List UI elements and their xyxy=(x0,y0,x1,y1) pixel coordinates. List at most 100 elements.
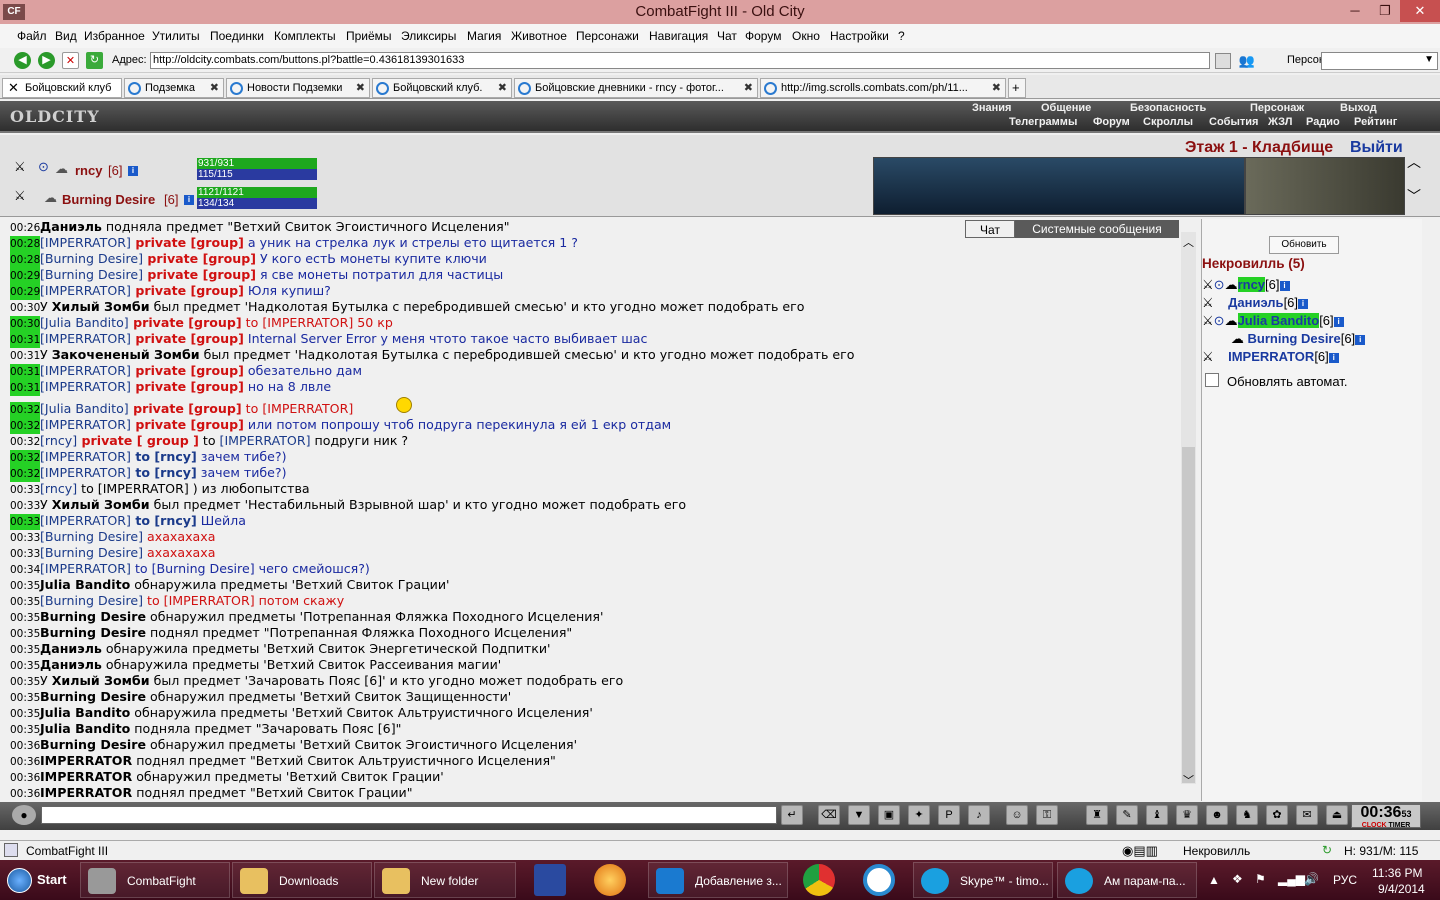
info-icon[interactable]: i xyxy=(128,166,138,176)
menu-chat[interactable]: Чат xyxy=(717,29,737,43)
info-icon[interactable]: i xyxy=(1279,280,1290,291)
tab-diaries[interactable]: Бойцовские дневники - rncy - фотог... ✖ xyxy=(514,78,758,98)
message-sender[interactable]: [Burning Desire] xyxy=(40,545,143,560)
room-player[interactable]: ☁ Burning Desire[6] i xyxy=(1202,330,1366,348)
message-sender[interactable]: [rncy] xyxy=(40,433,77,448)
message-sender[interactable]: Burning Desire xyxy=(40,737,146,752)
menu-elixirs[interactable]: Эликсиры xyxy=(401,29,456,43)
tray-arrow-icon[interactable]: ▲ xyxy=(1208,873,1220,887)
nav-scrolls[interactable]: Скроллы xyxy=(1143,116,1193,129)
message-sender[interactable]: [Burning Desire] xyxy=(40,593,143,608)
message-sender[interactable]: Burning Desire xyxy=(40,689,146,704)
message-sender[interactable]: [IMPERRATOR] xyxy=(40,379,131,394)
menu-settings[interactable]: Настройки xyxy=(830,29,889,43)
menu-animal[interactable]: Животное xyxy=(511,29,567,43)
chat-mode-icon[interactable]: ● xyxy=(12,805,36,825)
bag-icon[interactable]: ♝ xyxy=(1146,805,1168,825)
room-player[interactable]: ⚔ Даниэль[6] i xyxy=(1202,294,1309,312)
message-sender[interactable]: Даниэль xyxy=(40,219,102,234)
message-sender[interactable]: to [rncy] xyxy=(131,513,196,528)
info-icon[interactable]: i xyxy=(1355,334,1366,345)
tab-scrolls[interactable]: http://img.scrolls.combats.com/ph/11... ✖ xyxy=(760,78,1006,98)
menu-characters[interactable]: Персонажи xyxy=(576,29,639,43)
tab-underground-news[interactable]: Новости Подземки ✖ xyxy=(226,78,370,98)
info-icon[interactable]: i xyxy=(184,195,194,205)
send-icon[interactable]: ↵ xyxy=(781,805,803,825)
nav-rating[interactable]: Рейтинг xyxy=(1354,116,1397,129)
scrollbar-thumb[interactable] xyxy=(1182,447,1195,783)
menu-forum[interactable]: Форум xyxy=(745,29,781,43)
exit-icon[interactable]: ⏏ xyxy=(1326,805,1348,825)
tab-fight-club[interactable]: ✕ Бойцовский клуб xyxy=(2,78,122,98)
close-icon[interactable]: ✖ xyxy=(744,81,753,94)
message-sender[interactable]: [IMPERRATOR] xyxy=(40,465,131,480)
scroll-up-icon[interactable]: ︿ xyxy=(1183,234,1194,250)
shell-icon[interactable] xyxy=(594,864,626,896)
go-icon[interactable] xyxy=(1215,53,1231,69)
menu-techniques[interactable]: Приёмы xyxy=(346,29,392,43)
message-sender[interactable]: [IMPERRATOR] xyxy=(40,235,131,250)
task-downloads[interactable]: Downloads xyxy=(232,862,372,898)
menu-file[interactable]: Файл xyxy=(17,29,47,43)
message-sender[interactable]: Burning Desire xyxy=(40,609,146,624)
message-sender[interactable]: IMPERRATOR xyxy=(40,769,132,784)
tray-date[interactable]: 9/4/2014 xyxy=(1378,882,1425,896)
new-tab-button[interactable]: + xyxy=(1008,78,1026,98)
mail-icon[interactable]: ✉ xyxy=(1296,805,1318,825)
message-sender[interactable]: [IMPERRATOR] xyxy=(40,449,131,464)
friends-icon[interactable]: ♞ xyxy=(1236,805,1258,825)
message-sender[interactable]: [IMPERRATOR] xyxy=(40,363,131,378)
filter-icon[interactable]: ▼ xyxy=(848,805,870,825)
message-sender[interactable]: to [rncy] xyxy=(131,449,196,464)
message-sender[interactable]: Хилый Зомби xyxy=(52,497,150,512)
room-player[interactable]: ⚔ IMPERRATOR[6] i xyxy=(1202,348,1339,366)
message-sender[interactable]: [Julia Bandito] xyxy=(40,315,129,330)
nav-zhzl[interactable]: ЖЗЛ xyxy=(1268,116,1292,129)
nav-telegrams[interactable]: Телеграммы xyxy=(1009,116,1077,129)
message-sender[interactable]: [IMPERRATOR] xyxy=(40,283,131,298)
nav-radio[interactable]: Радио xyxy=(1306,116,1340,129)
message-sender[interactable]: IMPERRATOR xyxy=(40,785,132,800)
nav-security[interactable]: Безопасность xyxy=(1130,102,1206,115)
skills-icon[interactable]: ✎ xyxy=(1116,805,1138,825)
message-sender[interactable]: IMPERRATOR xyxy=(40,753,132,768)
tab-system-messages[interactable]: Системные сообщения xyxy=(1015,220,1179,238)
sound-icon[interactable]: ♪ xyxy=(968,805,990,825)
player-name[interactable]: rncy xyxy=(75,163,102,178)
gold-icon[interactable]: ♛ xyxy=(1176,805,1198,825)
exit-link[interactable]: Выйти xyxy=(1350,139,1403,157)
save-icon[interactable]: ▣ xyxy=(878,805,900,825)
close-icon[interactable]: ✖ xyxy=(210,81,219,94)
chat-scrollbar[interactable] xyxy=(1181,232,1196,784)
close-icon[interactable]: ✖ xyxy=(992,81,1001,94)
group-icon[interactable]: ✿ xyxy=(1266,805,1288,825)
nav-character[interactable]: Персонаж xyxy=(1250,102,1304,115)
chevron-up-icon[interactable]: ︿ xyxy=(1407,152,1421,172)
menu-window[interactable]: Окно xyxy=(792,29,820,43)
smiley-icon[interactable]: ☺ xyxy=(1006,805,1028,825)
player-name[interactable]: rncy xyxy=(1237,277,1266,292)
volume-icon[interactable]: 🔊 xyxy=(1304,872,1319,886)
message-sender[interactable]: Закочененый Зомби xyxy=(52,347,200,362)
chevron-down-icon[interactable]: ﹀ xyxy=(1407,186,1421,206)
close-icon[interactable]: ✖ xyxy=(498,81,507,94)
message-sender[interactable]: [Burning Desire] xyxy=(40,251,143,266)
task-skype[interactable]: Skype™ - timo... xyxy=(913,862,1053,898)
menu-favorites[interactable]: Избранное xyxy=(84,29,145,43)
message-input[interactable] xyxy=(41,806,777,824)
chrome-icon[interactable] xyxy=(803,864,835,896)
nav-forum[interactable]: Форум xyxy=(1093,116,1130,129)
maximize-icon[interactable]: ❐ xyxy=(1370,0,1400,22)
info-icon[interactable]: i xyxy=(1328,352,1339,363)
message-sender[interactable]: Burning Desire xyxy=(40,625,146,640)
player-name[interactable]: Burning Desire xyxy=(1248,331,1341,346)
menu-utilities[interactable]: Утилиты xyxy=(152,29,200,43)
back-icon[interactable]: ◀ xyxy=(14,52,31,69)
close-icon[interactable]: ✕ xyxy=(1400,0,1440,22)
player-name[interactable]: IMPERRATOR xyxy=(1228,349,1314,364)
task-new-folder[interactable]: New folder xyxy=(374,862,516,898)
refresh-icon[interactable]: ↻ xyxy=(86,52,103,69)
message-sender[interactable]: [IMPERRATOR] xyxy=(40,417,131,432)
forward-icon[interactable]: ▶ xyxy=(38,52,55,69)
message-sender[interactable]: Julia Bandito xyxy=(40,721,130,736)
